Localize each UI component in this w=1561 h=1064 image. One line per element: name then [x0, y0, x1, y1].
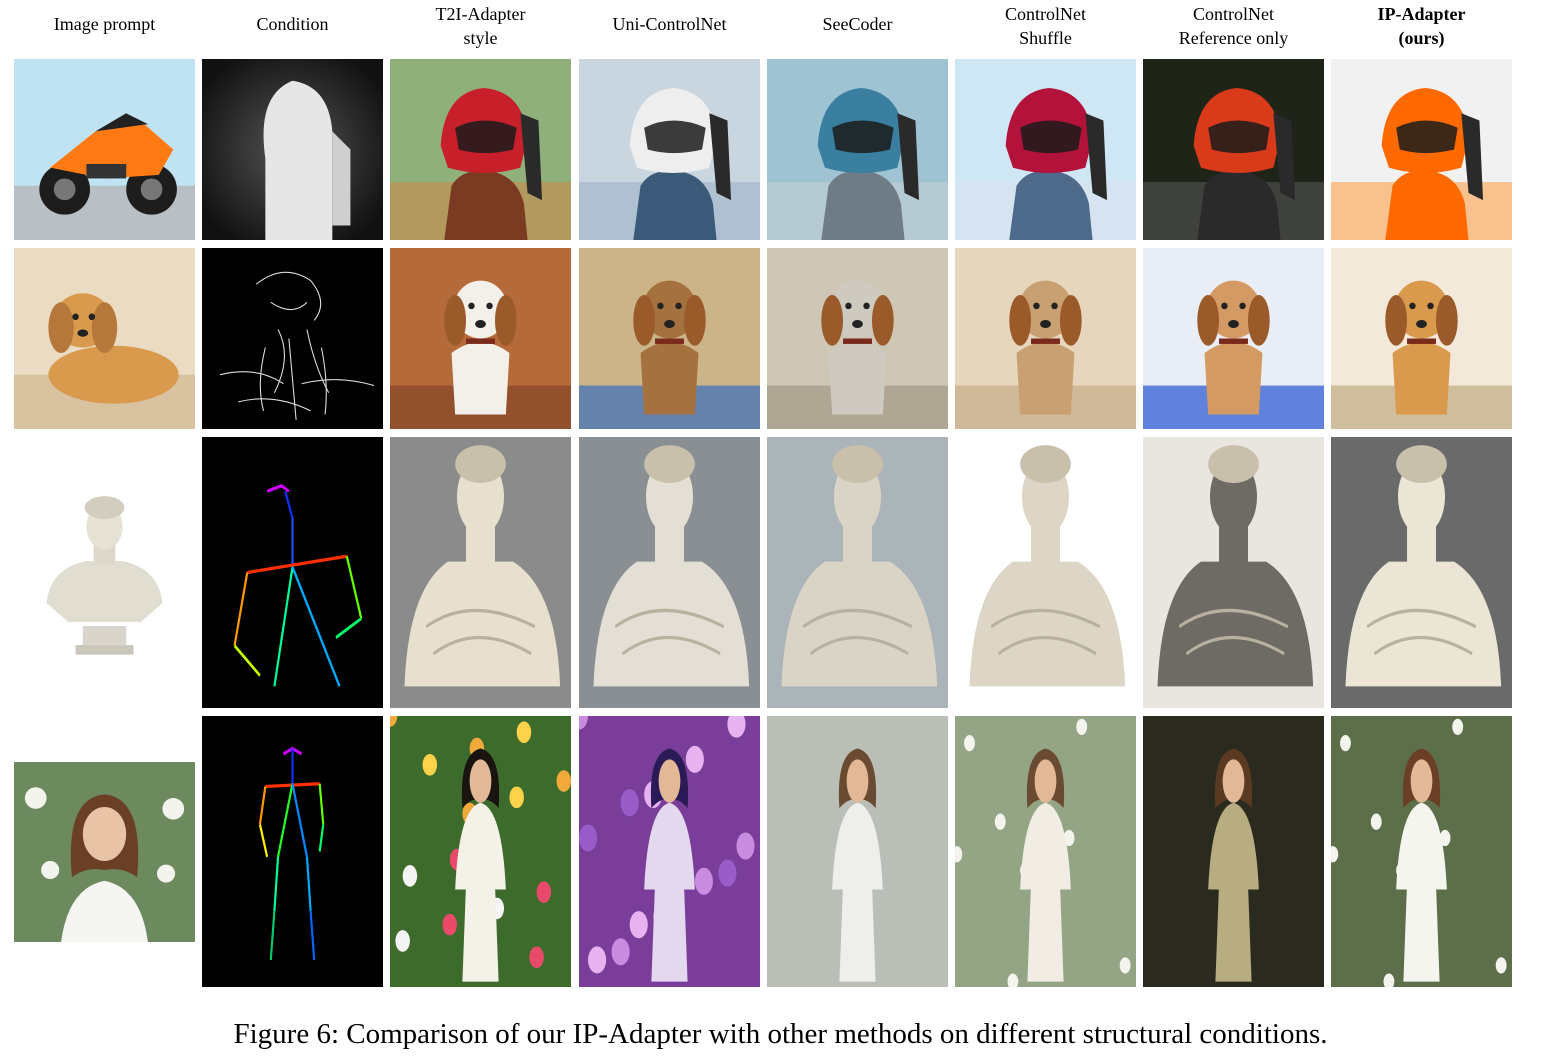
bust-statue-image	[390, 437, 571, 708]
motorcycle-helmet-image	[1331, 59, 1512, 240]
result-image	[955, 437, 1136, 708]
motorcycle-helmet-image	[390, 59, 571, 240]
result-image	[390, 437, 571, 708]
column-header-line: Uni-ControlNet	[612, 14, 727, 34]
result-image	[1331, 59, 1512, 240]
bust-statue-image	[1143, 437, 1324, 708]
condition-image	[202, 437, 383, 708]
result-image	[579, 248, 760, 429]
bust-statue-image	[1331, 437, 1512, 708]
prompt-image	[14, 59, 195, 240]
woman-in-garden-image	[202, 716, 383, 987]
dog-watercolor-image	[14, 248, 195, 429]
result-image	[579, 716, 760, 987]
dog-watercolor-image	[767, 248, 948, 429]
result-image	[1143, 437, 1324, 708]
woman-in-garden-image	[14, 762, 195, 942]
dog-watercolor-image	[955, 248, 1136, 429]
column-header-line: (ours)	[1398, 28, 1445, 48]
column-header-line: style	[463, 28, 498, 48]
result-image	[1331, 248, 1512, 429]
column-header: IP-Adapter (ours)	[1331, 2, 1512, 50]
column-header: Uni-ControlNet	[579, 12, 760, 36]
woman-in-garden-image	[955, 716, 1136, 987]
result-image	[1143, 716, 1324, 987]
result-image	[579, 59, 760, 240]
result-image	[1143, 248, 1324, 429]
dog-watercolor-image	[390, 248, 571, 429]
result-image	[1143, 59, 1324, 240]
result-image	[767, 59, 948, 240]
dog-watercolor-image	[1331, 248, 1512, 429]
prompt-image	[14, 248, 195, 429]
result-image	[390, 59, 571, 240]
column-header-line: Image prompt	[53, 14, 156, 34]
dog-watercolor-image	[202, 248, 383, 429]
woman-in-garden-image	[390, 716, 571, 987]
woman-in-garden-image	[1143, 716, 1324, 987]
result-image	[390, 716, 571, 987]
column-header-line: ControlNet	[1193, 4, 1274, 24]
column-header: SeeCoder	[767, 12, 948, 36]
result-image	[1331, 437, 1512, 708]
dog-watercolor-image	[1143, 248, 1324, 429]
result-image	[767, 437, 948, 708]
bust-statue-image	[202, 437, 383, 708]
condition-image	[202, 59, 383, 240]
result-image	[767, 248, 948, 429]
dog-watercolor-image	[579, 248, 760, 429]
motorcycle-helmet-image	[955, 59, 1136, 240]
result-image	[955, 59, 1136, 240]
motorcycle-helmet-image	[579, 59, 760, 240]
bust-statue-image	[14, 477, 195, 668]
column-header: Image prompt	[14, 12, 195, 36]
woman-in-garden-image	[767, 716, 948, 987]
bust-statue-image	[579, 437, 760, 708]
condition-image	[202, 716, 383, 987]
column-header-line: T2I-Adapter	[435, 4, 526, 24]
motorcycle-helmet-image	[767, 59, 948, 240]
column-header-line: SeeCoder	[822, 14, 893, 34]
condition-image	[202, 248, 383, 429]
column-header: ControlNet Reference only	[1143, 2, 1324, 50]
motorcycle-helmet-image	[202, 59, 383, 240]
column-header-line: IP-Adapter	[1377, 4, 1466, 24]
woman-in-garden-image	[1331, 716, 1512, 987]
result-image	[1331, 716, 1512, 987]
column-header-line: Reference only	[1178, 28, 1289, 48]
column-header: ControlNet Shuffle	[955, 2, 1136, 50]
result-image	[955, 248, 1136, 429]
prompt-image	[14, 762, 195, 942]
figure-caption: Figure 6: Comparison of our IP-Adapter w…	[233, 1018, 1328, 1050]
result-image	[390, 248, 571, 429]
woman-in-garden-image	[579, 716, 760, 987]
result-image	[579, 437, 760, 708]
motorcycle-helmet-image	[1143, 59, 1324, 240]
column-header-line: Condition	[256, 14, 329, 34]
column-header-line: Shuffle	[1019, 28, 1072, 48]
bust-statue-image	[955, 437, 1136, 708]
result-image	[767, 716, 948, 987]
bust-statue-image	[767, 437, 948, 708]
result-image	[955, 716, 1136, 987]
column-header: Condition	[202, 12, 383, 36]
column-header-line: ControlNet	[1005, 4, 1086, 24]
motorcycle-helmet-image	[14, 59, 195, 240]
column-header: T2I-Adapter style	[390, 2, 571, 50]
prompt-image	[14, 477, 195, 668]
